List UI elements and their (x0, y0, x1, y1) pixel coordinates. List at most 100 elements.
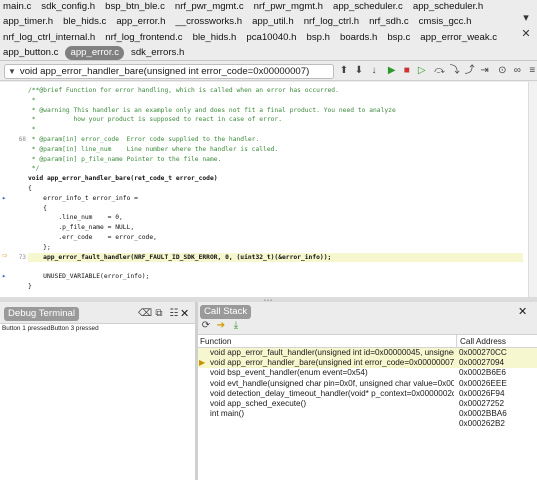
tab-app-error-h[interactable]: app_error.h (113, 15, 168, 29)
tab-sdk-errors-h[interactable]: sdk_errors.h (128, 46, 187, 60)
step-icon[interactable]: ↓ (368, 65, 380, 77)
play-icon[interactable]: ▷ (416, 65, 428, 77)
tab-app-timer-h[interactable]: app_timer.h (0, 15, 56, 29)
step-icon[interactable]: ⤓ (230, 320, 242, 332)
tab-nrf-sdh-c[interactable]: nrf_sdh.c (366, 15, 411, 29)
code-line[interactable]: * @param[in] p_file_name Pointer to the … (28, 155, 523, 165)
table-row[interactable]: int main() 0x0002BBA6 (198, 409, 537, 419)
code-line[interactable]: /**@brief Function for error handling, w… (28, 86, 523, 96)
close-icon[interactable]: ✕ (518, 305, 527, 318)
table-row[interactable]: void app_error_fault_handler(unsigned in… (198, 348, 537, 359)
code-text: void app_error_handler_bare(ret_code_t e… (28, 175, 218, 183)
step-into-icon[interactable]: ⤵ (449, 65, 461, 77)
current-frame-icon: ▶ (199, 358, 206, 368)
tab-app-scheduler-h[interactable]: app_scheduler.h (410, 0, 486, 14)
table-row[interactable]: 0x000262B2 (198, 419, 537, 429)
code-line[interactable]: { (28, 184, 523, 194)
step-out-icon[interactable]: ⤴ (464, 65, 476, 77)
tab-nrf-pwr-mgmt-h[interactable]: nrf_pwr_mgmt.h (251, 0, 326, 14)
close-tab-icon[interactable]: ✕ (520, 28, 532, 40)
code-line[interactable]: * @param[in] line_num Line number where … (28, 145, 523, 155)
tab-bsp-h[interactable]: bsp.h (304, 31, 333, 45)
function-selector[interactable]: ▼ void app_error_handler_bare(unsigned in… (4, 64, 334, 79)
stop-icon[interactable]: ■ (401, 65, 413, 77)
breakpoint-location-icon[interactable]: ▸ (2, 194, 6, 204)
code-text: * (28, 126, 36, 134)
watch-icon[interactable]: ⊙ (496, 65, 508, 77)
tab-ble-hids-h[interactable]: ble_hids.h (190, 31, 240, 45)
tab-ble-hids-c[interactable]: ble_hids.c (60, 15, 109, 29)
scroll-tabs-icon[interactable]: ▾ (520, 12, 532, 24)
breakpoint-location-icon[interactable]: ▸ (2, 272, 6, 282)
code-line[interactable]: * @warning This handler is an example on… (28, 106, 523, 116)
tab-main-c[interactable]: main.c (0, 0, 34, 14)
glasses-icon[interactable]: ∞ (511, 65, 523, 77)
code-text: * @param[in] line_num Line number where … (28, 145, 279, 153)
code-line[interactable]: * how your product is supposed to react … (28, 115, 523, 125)
menu-icon[interactable]: ≡ (526, 65, 537, 77)
tab-nrf-log-frontend-c[interactable]: nrf_log_frontend.c (102, 31, 185, 45)
settings-icon[interactable]: ☷ (168, 308, 180, 320)
clear-icon[interactable]: ⌫ (138, 308, 152, 320)
tab-app-util-h[interactable]: app_util.h (249, 15, 297, 29)
table-row[interactable]: void evt_handle(unsigned char pin=0x0f, … (198, 379, 537, 389)
code-line[interactable]: */ (28, 164, 523, 174)
code-area[interactable]: /**@brief Function for error handling, w… (2, 86, 523, 297)
code-line[interactable]: } (28, 282, 523, 292)
code-line[interactable]: 68 * @param[in] error_code Error code su… (19, 135, 523, 145)
tab-app-error-weak-c[interactable]: app_error_weak.c (417, 31, 500, 45)
step-over-icon[interactable]: ⤼ (434, 65, 446, 77)
editor-scrollbar[interactable] (528, 82, 537, 297)
tab-sdk-config-h[interactable]: sdk_config.h (38, 0, 98, 14)
tab-pca10040-h[interactable]: pca10040.h (243, 31, 299, 45)
table-row[interactable]: void app_sched_execute() 0x00027252 (198, 399, 537, 409)
tab-app-error-c[interactable]: app_error.c (65, 46, 125, 60)
table-row[interactable]: ▶ void app_error_handler_bare(unsigned in… (198, 358, 537, 369)
code-line[interactable]: .line_num = 0, (28, 213, 523, 223)
tab-cmsis-gcc-h[interactable]: cmsis_gcc.h (416, 15, 475, 29)
tab-nrf-pwr-mgmt-c[interactable]: nrf_pwr_mgmt.c (172, 0, 247, 14)
code-line[interactable] (28, 262, 523, 272)
code-line[interactable]: * (28, 125, 523, 135)
table-row[interactable]: void bsp_event_handler(enum event=0x54) 0… (198, 368, 537, 378)
column-function[interactable]: Function (200, 335, 231, 348)
code-line[interactable]: }; (28, 243, 523, 253)
tab-nrf-log-ctrl-internal-h[interactable]: nrf_log_ctrl_internal.h (0, 31, 98, 45)
tab-nrf-log-ctrl-h[interactable]: nrf_log_ctrl.h (301, 15, 362, 29)
code-line[interactable]: .p_file_name = NULL, (28, 223, 523, 233)
navigate-down-icon[interactable]: ⬇ (353, 65, 365, 77)
tab-app-button-c[interactable]: app_button.c (0, 46, 61, 60)
code-text: .p_file_name = NULL, (28, 224, 135, 232)
code-text: /**@brief Function for error handling, w… (28, 87, 339, 94)
function-cell: void app_sched_execute() (210, 398, 307, 408)
refresh-icon[interactable]: ⟳ (200, 320, 212, 332)
tab-bsp-c[interactable]: bsp.c (384, 31, 413, 45)
current-line-arrow-icon[interactable]: ⇨ (2, 251, 7, 262)
code-line[interactable]: ▸ error_info_t error_info = (2, 194, 523, 204)
code-line[interactable]: { (28, 204, 523, 214)
table-row[interactable]: void detection_delay_timeout_handler(voi… (198, 389, 537, 399)
debug-terminal-output[interactable]: Button 1 pressedButton 3 pressed (0, 323, 195, 480)
call-stack-title[interactable]: Call Stack (200, 305, 252, 319)
close-icon[interactable]: ✕ (180, 307, 189, 320)
call-stack-table: Function Call Address void app_error_fau… (198, 334, 537, 480)
tab-bsp-btn-ble-c[interactable]: bsp_btn_ble.c (102, 0, 168, 14)
run-icon[interactable]: ▶ (386, 65, 398, 77)
column-call-address[interactable]: Call Address (456, 335, 506, 348)
code-line[interactable]: .err_code = error_code, (28, 233, 523, 243)
tab--crossworks-h[interactable]: __crossworks.h (172, 15, 245, 29)
divider (0, 60, 537, 61)
code-line[interactable]: 73 ⇨ app_error_fault_handler(NRF_FAULT_ID… (2, 251, 523, 263)
code-line[interactable]: void app_error_handler_bare(ret_code_t e… (28, 174, 523, 184)
tab-app-scheduler-c[interactable]: app_scheduler.c (330, 0, 406, 14)
run-to-cursor-icon[interactable]: ⇥ (479, 65, 491, 77)
copy-icon[interactable]: ⧉ (153, 308, 165, 320)
tab-boards-h[interactable]: boards.h (337, 31, 380, 45)
gutter[interactable] (0, 82, 26, 297)
code-editor[interactable]: /**@brief Function for error handling, w… (0, 82, 528, 297)
debug-terminal-title[interactable]: Debug Terminal (4, 307, 80, 321)
goto-frame-icon[interactable]: ➔ (215, 320, 227, 332)
code-line[interactable]: ▸ UNUSED_VARIABLE(error_info); (2, 272, 523, 282)
code-line[interactable]: * (28, 96, 523, 106)
navigate-up-icon[interactable]: ⬆ (338, 65, 350, 77)
